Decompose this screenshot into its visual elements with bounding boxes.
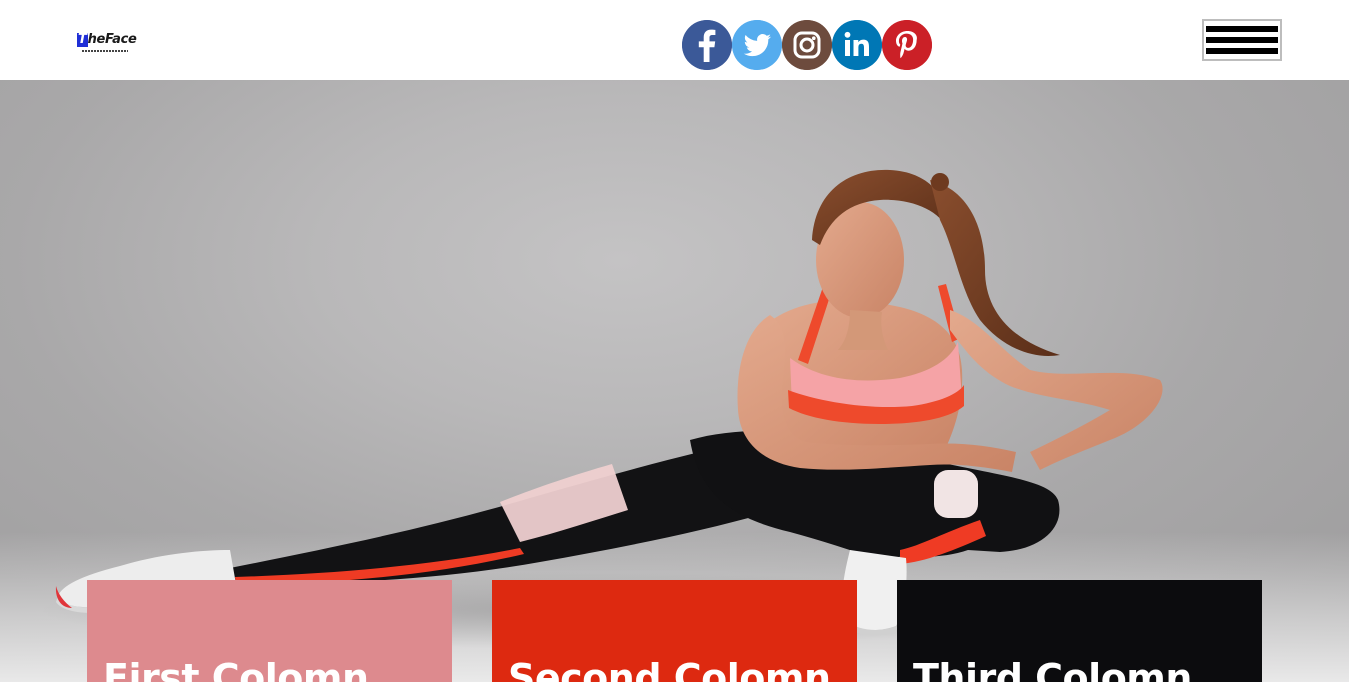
hamburger-icon-bar: [1206, 37, 1278, 43]
first-column-card: First Colomn: [87, 580, 452, 682]
second-column-title: Second Colomn: [508, 656, 831, 682]
second-column-card: Second Colomn: [492, 580, 857, 682]
hamburger-icon-bar: [1206, 26, 1278, 32]
third-column-title: Third Colomn: [913, 656, 1192, 682]
twitter-icon: [732, 20, 782, 70]
pinterest-link[interactable]: [882, 20, 932, 70]
logo-initial: T: [77, 32, 88, 47]
twitter-link[interactable]: [732, 20, 782, 70]
first-column-title: First Colomn: [103, 656, 369, 682]
facebook-icon: [682, 20, 732, 70]
pinterest-icon: [882, 20, 932, 70]
logo-text: TheFace: [77, 32, 141, 48]
third-column-card: Third Colomn: [897, 580, 1262, 682]
hamburger-icon-bar: [1206, 48, 1278, 54]
logo-tagline: [82, 50, 128, 52]
site-logo[interactable]: TheFace: [77, 32, 141, 54]
linkedin-link[interactable]: [832, 20, 882, 70]
linkedin-icon: [832, 20, 882, 70]
feature-columns: First Colomn Second Colomn Third Colomn: [0, 580, 1349, 682]
menu-button[interactable]: [1202, 19, 1282, 61]
facebook-link[interactable]: [682, 20, 732, 70]
logo-name: heFace: [87, 32, 137, 47]
site-header: TheFace: [0, 0, 1349, 80]
instagram-link[interactable]: [782, 20, 832, 70]
instagram-icon: [782, 20, 832, 70]
social-links: [682, 20, 932, 70]
